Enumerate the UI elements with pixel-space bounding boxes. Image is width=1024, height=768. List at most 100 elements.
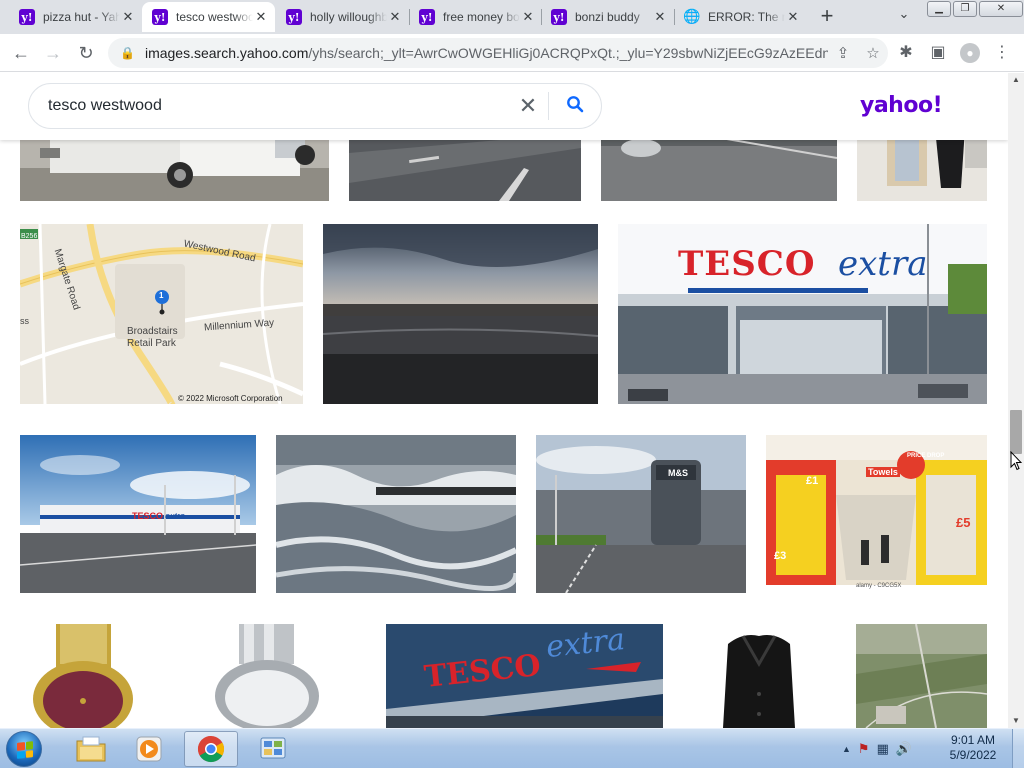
- window-controls: ▁ ❐ ✕: [927, 1, 1023, 17]
- volume-icon[interactable]: 🔊: [896, 741, 912, 757]
- action-center-flag-icon[interactable]: ⚑: [858, 741, 870, 757]
- search-results-page: tesco westwood ✕ yahoo! B256 Westwood Ro…: [0, 73, 1008, 728]
- result-image-watch-gold[interactable]: [20, 624, 150, 728]
- profile-avatar[interactable]: ●: [958, 41, 982, 65]
- clock-time: 9:01 AM: [950, 733, 996, 747]
- bookmark-star-icon[interactable]: ☆: [858, 44, 888, 62]
- taskbar-chrome[interactable]: [184, 731, 238, 767]
- map-marker-number: 1: [159, 291, 164, 300]
- tab-title: free money bonzi: [443, 10, 520, 24]
- tab-title: ERROR: The request: [708, 10, 785, 24]
- scroll-down-arrow-icon[interactable]: ▼: [1008, 714, 1024, 728]
- result-image-black-jacket[interactable]: [683, 624, 835, 728]
- map-label-fragment: ss: [20, 316, 29, 326]
- url-text[interactable]: images.search.yahoo.com/yhs/search;_ylt=…: [145, 45, 828, 61]
- aisle-badge: PRICE DROP: [907, 453, 945, 459]
- close-window-button[interactable]: ✕: [979, 1, 1023, 17]
- taskbar-media-player[interactable]: [122, 731, 176, 767]
- tab-tesco-westwood[interactable]: y! tesco westwood ✕: [142, 2, 275, 32]
- share-icon[interactable]: ⇪: [828, 44, 858, 62]
- search-icon: [567, 95, 584, 112]
- tab-error[interactable]: 🌐 ERROR: The request ✕: [674, 2, 807, 32]
- tab-title: bonzi buddy: [575, 10, 640, 24]
- mouse-cursor-icon: [1010, 451, 1022, 471]
- reload-icon[interactable]: ↻: [74, 41, 98, 65]
- tab-free-money[interactable]: y! free money bonzi ✕: [409, 2, 542, 32]
- result-image-stormy-sea[interactable]: [276, 435, 516, 593]
- lock-icon[interactable]: 🔒: [120, 46, 135, 60]
- new-tab-button[interactable]: +: [815, 4, 839, 28]
- yahoo-favicon-icon: y!: [419, 9, 435, 25]
- back-arrow-icon[interactable]: ←: [9, 41, 33, 65]
- result-image-map[interactable]: B256 Westwood Road Margate Road Broadsta…: [20, 224, 303, 404]
- tab-strip: y! pizza hut - Yahoo ✕ y! tesco westwood…: [0, 0, 1024, 34]
- show-desktop-button[interactable]: [1012, 729, 1024, 768]
- tab-title: pizza hut - Yahoo: [43, 10, 120, 24]
- tab-holly-willoughby[interactable]: y! holly willoughby ✕: [276, 2, 409, 32]
- yahoo-favicon-icon: y!: [152, 9, 168, 25]
- close-tab-icon[interactable]: ✕: [253, 9, 269, 25]
- result-image-tesco-extra-sign[interactable]: TESCO extra: [386, 624, 663, 728]
- side-panel-icon[interactable]: ▣: [926, 41, 950, 65]
- scrollbar-thumb[interactable]: [1010, 410, 1022, 454]
- url-path: /yhs/search;_ylt=AwrCwOWGEHliGj0ACRQPxQt…: [308, 45, 828, 61]
- tab-title: holly willoughby: [310, 10, 387, 24]
- black-jacket-image: [683, 624, 835, 728]
- address-bar[interactable]: 🔒 images.search.yahoo.com/yhs/search;_yl…: [108, 38, 888, 68]
- taskbar-control-panel[interactable]: [246, 731, 300, 767]
- aisle-caption: alamy - C9CG5X: [856, 583, 902, 589]
- tab-search-icon[interactable]: ⌄: [894, 6, 914, 26]
- forward-arrow-icon[interactable]: →: [41, 41, 65, 65]
- search-header: tesco westwood ✕ yahoo!: [0, 73, 1008, 140]
- scroll-up-arrow-icon[interactable]: ▲: [1008, 73, 1024, 87]
- result-image-tesco-exterior-wide[interactable]: TESCO extra: [20, 435, 256, 593]
- aisle-price-3: £1: [806, 475, 819, 487]
- url-host: images.search.yahoo.com: [144, 45, 309, 61]
- maximize-button[interactable]: ❐: [953, 1, 977, 17]
- yahoo-logo[interactable]: yahoo!: [860, 93, 943, 118]
- search-input[interactable]: tesco westwood: [48, 97, 508, 115]
- clear-search-icon[interactable]: ✕: [508, 93, 548, 119]
- result-image-aerial-fields[interactable]: [856, 624, 987, 728]
- ms-building-image: [536, 435, 746, 593]
- harbour-sunset-image: [323, 224, 598, 404]
- aisle-price-1: £5: [956, 515, 971, 530]
- network-icon[interactable]: ▦: [877, 741, 889, 757]
- search-box[interactable]: tesco westwood ✕: [28, 83, 602, 129]
- close-tab-icon[interactable]: ✕: [652, 9, 668, 25]
- vertical-scrollbar[interactable]: ▲ ▼: [1008, 73, 1024, 728]
- chrome-icon: [197, 735, 225, 763]
- result-image-tesco-extra-store[interactable]: TESCO extra: [618, 224, 987, 404]
- start-button[interactable]: [6, 731, 42, 767]
- taskbar-clock[interactable]: 9:01 AM 5/9/2022: [943, 733, 1003, 763]
- tray-expand-icon[interactable]: ▲: [842, 741, 851, 757]
- extensions-icon[interactable]: ✱: [894, 41, 918, 65]
- supermarket-aisle-image: [766, 435, 987, 593]
- search-button[interactable]: [549, 95, 601, 118]
- result-image-harbour-sunset[interactable]: [323, 224, 598, 404]
- close-tab-icon[interactable]: ✕: [387, 9, 403, 25]
- result-image-watch-silver[interactable]: [209, 624, 329, 728]
- aisle-towels-sign: Towels: [866, 467, 900, 477]
- tab-pizza-hut[interactable]: y! pizza hut - Yahoo ✕: [9, 2, 142, 32]
- close-tab-icon[interactable]: ✕: [520, 9, 536, 25]
- tesco-sign-text: TESCO: [678, 244, 816, 284]
- ms-sign-text: M&S: [668, 468, 688, 478]
- profile-icon: ●: [960, 43, 980, 63]
- windows-logo-icon: [17, 741, 33, 759]
- map-label-retail-park: Retail Park: [127, 338, 176, 349]
- menu-kebab-icon[interactable]: ⋮: [990, 41, 1014, 65]
- aisle-price-2: £3: [774, 550, 787, 562]
- tab-bonzi-buddy[interactable]: y! bonzi buddy ✕: [541, 2, 674, 32]
- minimize-button[interactable]: ▁: [927, 1, 951, 17]
- map-label-broadstairs: Broadstairs: [127, 326, 178, 337]
- watch-gold-image: [20, 624, 150, 728]
- yahoo-favicon-icon: y!: [551, 9, 567, 25]
- browser-toolbar: ← → ↻ 🔒 images.search.yahoo.com/yhs/sear…: [0, 34, 1024, 72]
- result-image-supermarket-aisle[interactable]: Towels PRICE DROP £5 £3 £1 alamy - C9CG5…: [766, 435, 987, 593]
- folder-icon: [76, 736, 106, 762]
- close-tab-icon[interactable]: ✕: [785, 9, 801, 25]
- taskbar-explorer[interactable]: [64, 731, 118, 767]
- result-image-ms-building[interactable]: M&S: [536, 435, 746, 593]
- close-tab-icon[interactable]: ✕: [120, 9, 136, 25]
